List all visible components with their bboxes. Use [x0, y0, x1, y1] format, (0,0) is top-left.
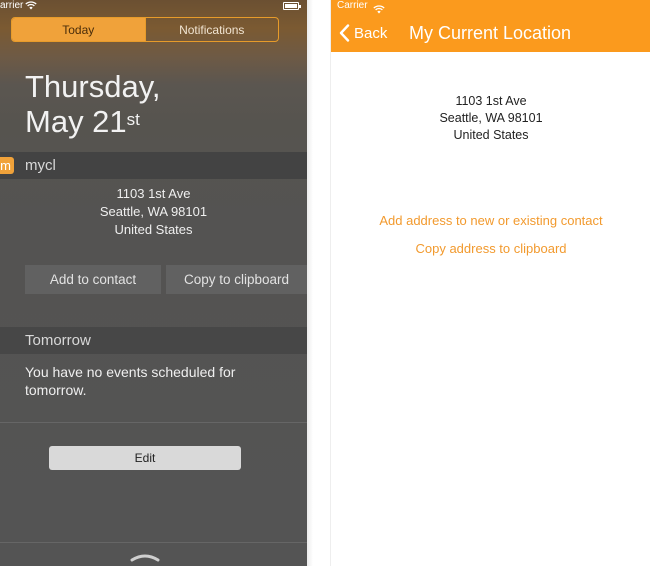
wifi-icon [25, 1, 37, 13]
address-line-1: 1103 1st Ave [455, 94, 527, 108]
segmented-control: Today Notifications [11, 17, 279, 42]
divider [0, 542, 307, 543]
status-carrier: arrier [0, 0, 24, 11]
date-ordinal-suffix: st [126, 110, 140, 129]
copy-address-link[interactable]: Copy address to clipboard [331, 240, 650, 258]
notification-center-panel: arrier Today Notifications Thursday, May… [0, 0, 307, 566]
widget-address-line-2: Seattle, WA 98101 [99, 204, 208, 219]
add-to-contact-button[interactable]: Add to contact [25, 265, 161, 294]
date-month-day-text: May 21 [25, 104, 127, 139]
copy-to-clipboard-button[interactable]: Copy to clipboard [166, 265, 307, 294]
panel-shadow [307, 0, 313, 566]
chevron-left-icon [339, 24, 350, 42]
date-weekday: Thursday, [25, 69, 161, 104]
widget-title: mycl [25, 157, 56, 174]
add-address-to-contact-link[interactable]: Add address to new or existing contact [331, 212, 650, 230]
back-label: Back [354, 24, 388, 42]
page-title: My Current Location [409, 23, 572, 43]
edit-button[interactable]: Edit [49, 446, 241, 470]
widget-header[interactable]: m mycl [0, 152, 307, 179]
tab-today[interactable]: Today [12, 18, 145, 41]
address-line-3: United States [453, 128, 529, 142]
navigation-bar: Carrier Back My Current Location [331, 0, 650, 52]
tab-notifications[interactable]: Notifications [144, 18, 279, 41]
app-badge-icon: m [0, 157, 14, 174]
widget-address-line-1: 1103 1st Ave [116, 186, 191, 201]
wifi-icon [373, 1, 385, 19]
battery-icon [283, 2, 301, 10]
status-carrier: Carrier [337, 0, 368, 11]
widget-address-line-3: United States [114, 222, 193, 237]
tomorrow-header: Tomorrow [0, 327, 307, 354]
no-events-message: You have no events scheduled for tomorro… [25, 364, 236, 398]
tomorrow-title: Tomorrow [25, 332, 91, 349]
back-button[interactable]: Back [339, 20, 387, 46]
date-month-day: May 21st [25, 104, 161, 139]
app-screen: Carrier Back My Current Location 1103 1s… [330, 0, 650, 566]
divider [0, 422, 307, 423]
chevron-up-icon[interactable] [129, 549, 161, 562]
address-line-2: Seattle, WA 98101 [439, 111, 543, 125]
date-heading: Thursday, May 21st [25, 69, 161, 139]
